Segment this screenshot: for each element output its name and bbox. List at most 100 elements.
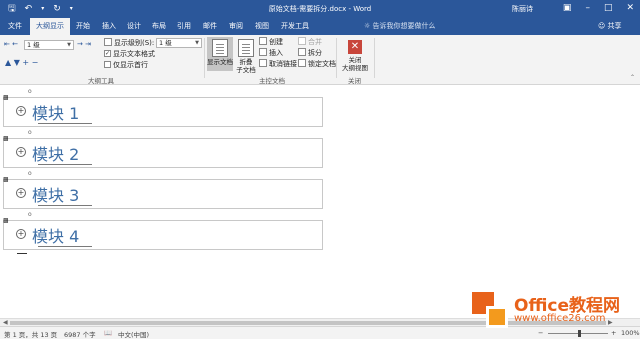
tab-file[interactable]: 文件 bbox=[2, 18, 28, 35]
tab-view[interactable]: 视图 bbox=[249, 18, 275, 35]
first-line-only-checkbox[interactable]: 仅显示首行 bbox=[104, 60, 148, 70]
minimize-icon[interactable]: – bbox=[585, 1, 590, 15]
close-outline-icon: ✕ bbox=[348, 40, 362, 54]
collapse-ribbon-icon[interactable]: ⌃ bbox=[630, 73, 635, 82]
unlink-icon bbox=[259, 59, 267, 67]
close-label-line2: 大纲视图 bbox=[342, 64, 368, 72]
split-button[interactable]: 拆分 bbox=[298, 48, 322, 58]
merge-label: 合并 bbox=[308, 38, 322, 46]
language[interactable]: 中文(中国) bbox=[118, 329, 149, 339]
split-icon bbox=[298, 48, 306, 56]
move-expand-buttons: ▲ ▼ + − bbox=[5, 58, 38, 67]
unlink-label: 取消链接 bbox=[269, 60, 297, 68]
group-label-master-document: 主控文档 bbox=[259, 77, 285, 85]
tab-insert[interactable]: 插入 bbox=[96, 18, 122, 35]
subdocument-box[interactable]: ▩ + 模块 4 bbox=[3, 217, 323, 250]
group-separator bbox=[204, 38, 205, 78]
subdocument-icon: ▩ bbox=[3, 176, 9, 183]
word-count[interactable]: 6987 个字 bbox=[64, 329, 96, 339]
share-label: 共享 bbox=[607, 22, 622, 30]
show-level-label: 显示级别(S): bbox=[114, 39, 155, 47]
lock-document-label: 锁定文档 bbox=[308, 60, 336, 68]
tab-developer[interactable]: 开发工具 bbox=[275, 18, 315, 35]
heading-underline bbox=[38, 205, 92, 206]
outline-heading[interactable]: 模块 2 bbox=[32, 141, 79, 165]
chevron-down-icon: ▼ bbox=[195, 40, 199, 46]
outline-bullet: o bbox=[28, 170, 32, 177]
account-name[interactable]: 陈丽诗 bbox=[512, 4, 533, 14]
move-down-icon[interactable]: ▼ bbox=[14, 58, 20, 67]
tab-home[interactable]: 开始 bbox=[70, 18, 96, 35]
subdocument-box[interactable]: ▩ + 模块 3 bbox=[3, 176, 323, 209]
tab-outline[interactable]: 大纲显示 bbox=[30, 18, 70, 35]
merge-button[interactable]: 合并 bbox=[298, 37, 322, 47]
demote-to-body-icon[interactable]: ⇥ bbox=[85, 40, 91, 48]
group-label-close: 关闭 bbox=[348, 77, 361, 85]
lock-document-button[interactable]: 锁定文档 bbox=[298, 59, 336, 69]
checkbox-checked[interactable]: ✓ bbox=[104, 49, 111, 57]
insert-button[interactable]: 插入 bbox=[259, 48, 283, 58]
tab-review[interactable]: 审阅 bbox=[223, 18, 249, 35]
zoom-slider-handle[interactable] bbox=[578, 330, 581, 337]
expand-outline-icon[interactable]: + bbox=[16, 147, 26, 157]
close-label-line1: 关闭 bbox=[348, 56, 362, 64]
demote-icon[interactable]: → bbox=[77, 40, 83, 48]
collapse-document-icon bbox=[238, 39, 254, 57]
heading-underline bbox=[38, 246, 92, 247]
end-of-document-marker bbox=[17, 253, 27, 254]
expand-icon[interactable]: + bbox=[22, 58, 29, 67]
subdocument-box[interactable]: ▩ + 模块 1 bbox=[3, 94, 323, 127]
subdocument-icon: ▩ bbox=[3, 94, 9, 101]
tab-references[interactable]: 引用 bbox=[171, 18, 197, 35]
share-button[interactable]: ☺ 共享 bbox=[598, 18, 622, 35]
show-document-button[interactable]: 显示文档 bbox=[207, 37, 233, 71]
collapse-icon[interactable]: − bbox=[32, 58, 39, 67]
collapse-subdocuments-button[interactable]: 折叠 子文档 bbox=[234, 37, 258, 74]
close-icon[interactable]: ✕ bbox=[626, 1, 634, 15]
subdocument-icon: ▩ bbox=[3, 217, 9, 224]
person-icon: ☺ bbox=[598, 22, 606, 30]
maximize-icon[interactable]: □ bbox=[604, 1, 613, 15]
expand-outline-icon[interactable]: + bbox=[16, 106, 26, 116]
close-outline-view-button[interactable]: ✕ 关闭 大纲视图 bbox=[340, 37, 370, 72]
lock-icon bbox=[298, 59, 306, 67]
expand-outline-icon[interactable]: + bbox=[16, 229, 26, 239]
tell-me-search[interactable]: ☼ 告诉我你想要做什么 bbox=[364, 18, 436, 35]
outline-heading[interactable]: 模块 1 bbox=[32, 100, 79, 124]
document-area[interactable]: o ▩ + 模块 1 o ▩ + 模块 2 o ▩ + 模块 3 o ▩ + 模… bbox=[0, 86, 640, 318]
split-label: 拆分 bbox=[308, 49, 322, 57]
subdocument-icon: ▩ bbox=[3, 135, 9, 142]
proofing-icon[interactable]: 📖 bbox=[104, 329, 112, 337]
unlink-button[interactable]: 取消链接 bbox=[259, 59, 297, 69]
zoom-out-icon[interactable]: − bbox=[538, 329, 543, 337]
lightbulb-icon: ☼ bbox=[364, 22, 371, 30]
outline-level-dropdown[interactable]: 1 级 ▼ bbox=[24, 40, 74, 50]
outline-heading[interactable]: 模块 4 bbox=[32, 223, 79, 247]
tab-layout[interactable]: 布局 bbox=[146, 18, 172, 35]
move-up-icon[interactable]: ▲ bbox=[5, 58, 11, 67]
show-text-format-checkbox[interactable]: ✓ 显示文本格式 bbox=[104, 49, 155, 59]
zoom-level[interactable]: 100% bbox=[621, 329, 640, 337]
show-level-dropdown[interactable]: 1 级 ▼ bbox=[156, 38, 202, 48]
checkbox-unchecked[interactable] bbox=[104, 60, 111, 68]
show-document-label: 显示文档 bbox=[207, 58, 233, 66]
page-count[interactable]: 第 1 页，共 13 页 bbox=[4, 329, 57, 339]
create-button[interactable]: 创建 bbox=[259, 37, 283, 47]
watermark-logo: Office教程网 www.office26.com bbox=[472, 286, 632, 330]
promote-to-heading1-icon[interactable]: ⇤ bbox=[4, 40, 10, 48]
expand-outline-icon[interactable]: + bbox=[16, 188, 26, 198]
title-bar: 🖫 ↶ ▾ ↻ ▾ 原始文档-需要拆分.docx - Word 陈丽诗 ▣ – … bbox=[0, 0, 640, 18]
first-line-only-label: 仅显示首行 bbox=[113, 61, 148, 69]
subdocument-box[interactable]: ▩ + 模块 2 bbox=[3, 135, 323, 168]
collapse-label-line1: 折叠 bbox=[239, 58, 253, 66]
tab-mailings[interactable]: 邮件 bbox=[197, 18, 223, 35]
outline-bullet: o bbox=[28, 211, 32, 218]
show-text-format-label: 显示文本格式 bbox=[113, 50, 155, 58]
logo-square-secondary bbox=[486, 306, 508, 328]
tab-design[interactable]: 设计 bbox=[121, 18, 147, 35]
ribbon-display-options-icon[interactable]: ▣ bbox=[563, 1, 572, 15]
promote-icon[interactable]: ← bbox=[12, 40, 18, 48]
zoom-in-icon[interactable]: + bbox=[611, 329, 616, 337]
watermark-url: www.office26.com bbox=[514, 313, 606, 324]
outline-heading[interactable]: 模块 3 bbox=[32, 182, 79, 206]
